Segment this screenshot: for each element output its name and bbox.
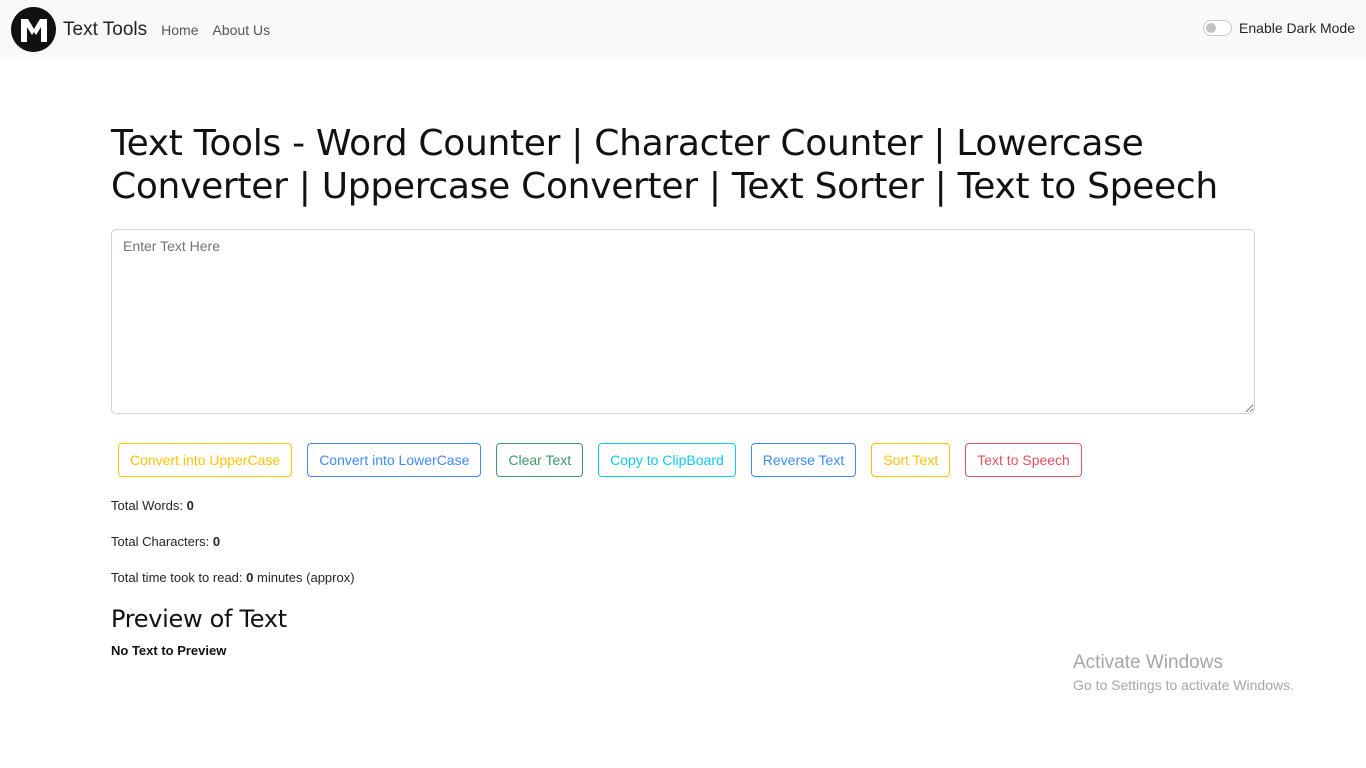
text-to-speech-button[interactable]: Text to Speech [965,443,1082,477]
navbar: Text Tools Home About Us Enable Dark Mod… [0,0,1366,59]
stats-section: Total Words: 0 Total Characters: 0 Total… [111,498,1255,606]
button-row: Convert into UpperCase Convert into Lowe… [118,443,1255,477]
main-content: Text Tools - Word Counter | Character Co… [111,122,1255,658]
switch-knob [1206,23,1217,33]
preview-title: Preview of Text [111,605,287,633]
brand-link[interactable]: Text Tools [11,0,147,59]
sort-text-button[interactable]: Sort Text [871,443,951,477]
clear-text-button[interactable]: Clear Text [496,443,584,477]
char-count-value: 0 [212,534,221,549]
word-count-label: Total Words: [111,498,184,513]
textarea-container [111,229,1255,419]
dark-mode-label: Enable Dark Mode [1239,20,1355,36]
char-count-label: Total Characters: [111,534,210,549]
read-time-label: Total time took to read: [111,570,243,585]
nav-link-about[interactable]: About Us [206,22,278,38]
lowercase-button[interactable]: Convert into LowerCase [307,443,482,477]
dark-mode-toggle[interactable]: Enable Dark Mode [1203,20,1355,36]
brand-name: Text Tools [63,18,148,40]
read-time-value: 0 [246,570,254,585]
word-count-value: 0 [186,498,194,513]
read-time-suffix: minutes (approx) [257,570,355,585]
page-title: Text Tools - Word Counter | Character Co… [111,123,1218,207]
nav-link-home[interactable]: Home [154,22,205,38]
brand-logo-icon [11,7,56,52]
reverse-text-button[interactable]: Reverse Text [750,443,857,477]
word-count: Total Words: 0 [111,498,1255,534]
nav-links: Home About Us [154,22,277,38]
dark-mode-switch[interactable] [1203,20,1233,36]
copy-clipboard-button[interactable]: Copy to ClipBoard [598,443,736,477]
activate-windows-watermark: Activate Windows Go to Settings to activ… [1073,652,1294,693]
text-input[interactable] [111,229,1255,414]
watermark-title: Activate Windows [1073,652,1223,673]
char-count: Total Characters: 0 [111,534,1255,570]
read-time: Total time took to read: 0 minutes (appr… [111,570,1255,606]
uppercase-button[interactable]: Convert into UpperCase [118,443,293,477]
watermark-subtitle: Go to Settings to activate Windows. [1073,677,1294,693]
